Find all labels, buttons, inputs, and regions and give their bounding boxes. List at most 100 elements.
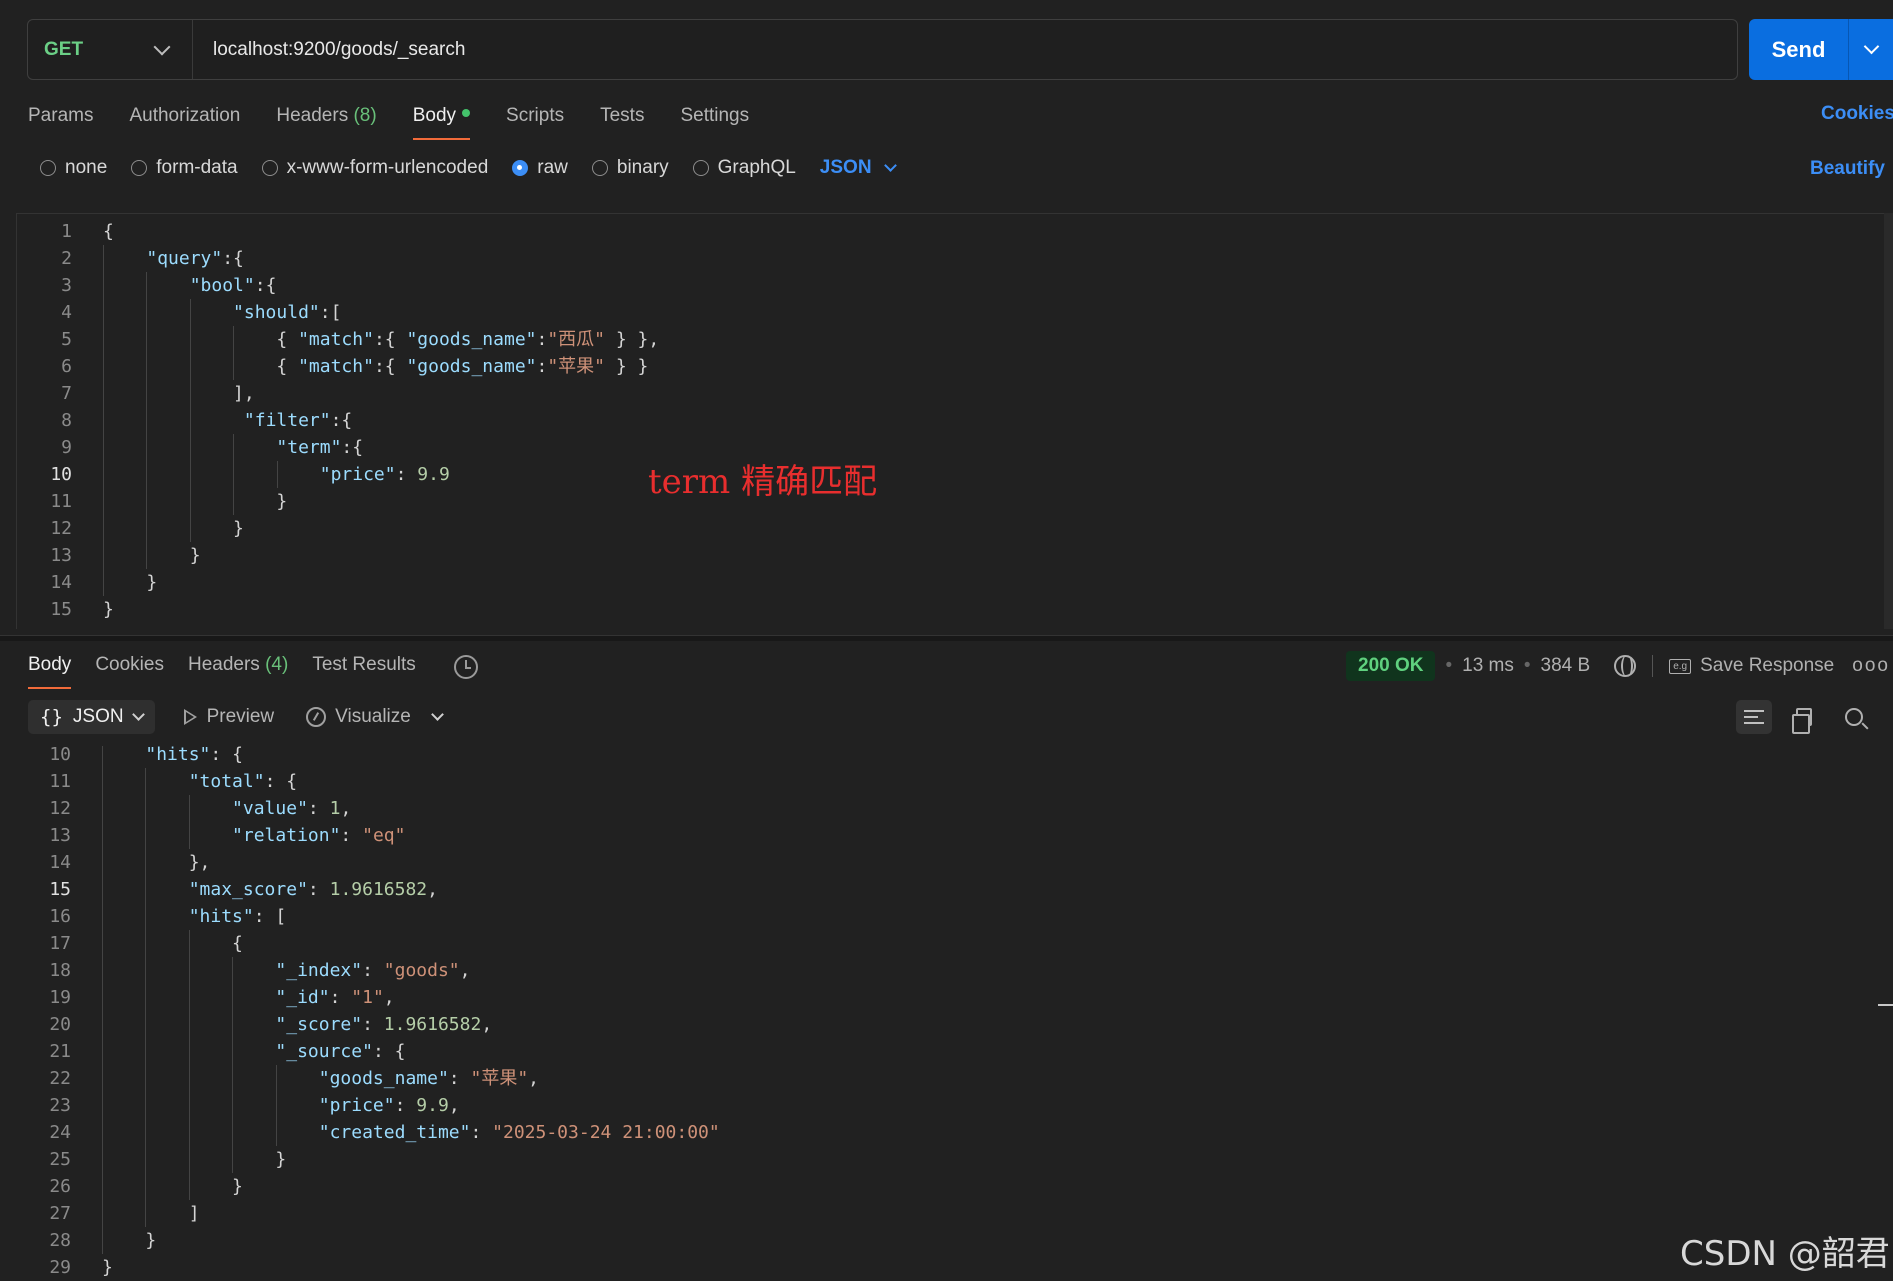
tab-settings[interactable]: Settings [680,98,749,142]
status-badge[interactable]: 200 OK [1346,651,1436,681]
line-number: 17 [49,933,71,954]
indent-guide [102,957,103,984]
response-time[interactable]: 13 ms [1462,655,1514,677]
line-number: 19 [49,987,71,1008]
indent-guide [103,488,104,515]
globe-icon[interactable] [1614,655,1637,677]
indent-guide [103,434,104,461]
tab-authorization[interactable]: Authorization [129,98,240,142]
line-number: 22 [49,1068,71,1089]
code-text: "_score": 1.9616582, [275,1014,493,1035]
indent-guide [146,461,148,488]
code-text: "total": { [188,771,298,792]
request-tabs: Params Authorization Headers (8) Body Sc… [28,98,749,142]
more-icon[interactable]: ooo [1852,655,1890,677]
language-select[interactable]: JSON [820,157,897,179]
response-size[interactable]: 384 B [1541,655,1591,677]
line-number: 18 [49,960,71,981]
indent-guide [188,795,190,822]
beautify-button[interactable]: Beautify [1810,158,1885,180]
search-button[interactable] [1836,700,1872,734]
link-button[interactable] [1886,700,1893,734]
indent-guide [146,299,148,326]
line-number: 16 [49,906,71,927]
code-text: } [102,1230,157,1251]
modified-dot [462,109,471,117]
indent-guide [233,353,235,380]
body-type-options: none form-data x-www-form-urlencoded raw… [40,157,897,179]
indent-guide [145,930,147,957]
preview-button[interactable]: Preview [207,706,275,728]
divider [1652,655,1654,677]
indent-guide [189,353,191,380]
cookies-link[interactable]: Cookies [1821,103,1893,125]
code-text: "bool":{ [189,275,277,296]
url-bar: GET localhost:9200/goods/_search [27,19,1738,80]
code-text: } [103,572,158,593]
radio-graphql[interactable]: GraphQL [692,157,796,179]
save-response-button[interactable]: Save Response [1700,655,1834,677]
indent-guide [102,768,103,795]
indent-guide [232,1146,234,1173]
visualize-button[interactable]: Visualize [335,706,411,728]
indent-guide [232,1038,234,1065]
indent-guide [102,1227,103,1254]
tab-test-results[interactable]: Test Results [312,651,415,693]
editor-scrollbar[interactable] [1884,213,1893,629]
code-text: { [103,221,114,242]
indent-guide [146,434,148,461]
line-number: 10 [49,746,71,765]
line-number: 11 [49,771,71,792]
format-select[interactable]: {} JSON [28,700,155,734]
tab-scripts[interactable]: Scripts [506,98,564,142]
radio-raw[interactable]: raw [512,157,568,179]
tab-response-body[interactable]: Body [28,651,72,693]
indent-guide [103,353,104,380]
send-button[interactable]: Send [1749,19,1849,80]
indent-guide [145,876,147,903]
visualize-dropdown-icon[interactable] [430,708,444,721]
tab-tests[interactable]: Tests [600,98,644,142]
braces-icon: {} [40,706,63,728]
code-text: } [103,599,114,620]
request-body-editor[interactable]: 1 {2 "query":{3 "bool":{4 "should":[5 { "… [16,213,1893,629]
code-text: "hits": { [145,746,243,765]
line-number: 27 [49,1203,71,1224]
line-number: 3 [61,275,72,296]
pane-divider[interactable] [0,635,1893,641]
tab-headers[interactable]: Headers (8) [276,98,376,142]
response-body-viewer[interactable]: 10 "hits": {11 "total": {12 "value": 1, 1… [16,746,1893,1281]
chevron-down-icon [153,38,171,55]
wrap-lines-button[interactable] [1736,700,1772,734]
indent-guide [233,461,235,488]
copy-button[interactable] [1786,700,1822,734]
history-icon[interactable] [453,655,478,679]
line-number: 16 [17,623,72,629]
tab-response-cookies[interactable]: Cookies [95,651,164,693]
radio-form-data[interactable]: form-data [131,157,238,179]
send-options-button[interactable] [1849,19,1893,80]
indent-guide [102,903,103,930]
line-number: 29 [49,1257,71,1278]
code-text: } [103,545,201,566]
radio-none[interactable]: none [40,157,107,179]
radio-x-www-form-urlencoded[interactable]: x-www-form-urlencoded [261,157,488,179]
radio-binary[interactable]: binary [591,157,669,179]
play-icon [183,709,197,725]
separator-dot: • [1523,655,1531,676]
indent-guide [188,1038,190,1065]
method-select[interactable]: GET [28,20,193,79]
indent-guide [233,434,235,461]
code-text: } [102,1149,287,1170]
code-text: }, [102,852,211,873]
indent-guide [189,434,191,461]
tab-params[interactable]: Params [28,98,93,142]
indent-guide [102,849,103,876]
url-input[interactable]: localhost:9200/goods/_search [193,39,465,61]
radio-circle [591,160,608,176]
line-number: 15 [50,599,72,620]
tab-response-headers[interactable]: Headers (4) [188,651,288,693]
indent-guide [188,1146,190,1173]
response-meta: 200 OK • 13 ms • 384 B e.g Save Response… [1346,651,1890,681]
tab-body[interactable]: Body [412,98,471,142]
